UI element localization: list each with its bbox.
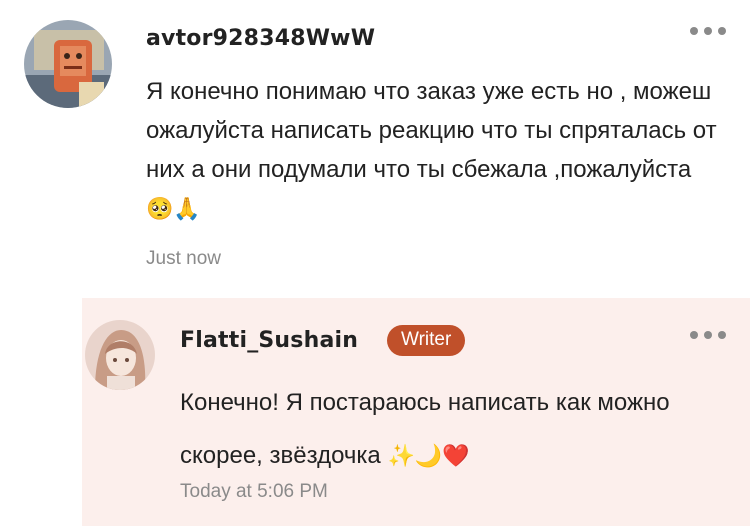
reply-text: Конечно! Я постараюсь написать как можно… [180,376,720,483]
writer-avatar-image [85,320,155,390]
comment-emojis: 🥺🙏 [146,197,201,222]
comment-body: Я конечно понимаю что заказ уже есть но … [146,78,724,183]
more-options-icon[interactable] [690,330,726,340]
avatar[interactable] [24,20,112,108]
reply-item: Flatti_Sushain Writer Конечно! Я постара… [82,298,750,526]
writer-badge: Writer [387,325,466,356]
reply-emojis: ✨🌙❤️ [387,444,470,469]
comment-text: Я конечно понимаю что заказ уже есть но … [146,72,721,229]
comment-username[interactable]: avtor928348WwW [146,26,375,51]
comment-timestamp: Just now [146,248,221,269]
user-avatar-image [24,20,112,108]
more-options-icon[interactable] [690,26,726,36]
reply-timestamp: Today at 5:06 PM [180,481,328,502]
avatar[interactable] [85,320,155,390]
reply-username[interactable]: Flatti_Sushain [180,328,358,353]
comment-item: avtor928348WwW Я конечно понимаю что зак… [0,0,750,298]
